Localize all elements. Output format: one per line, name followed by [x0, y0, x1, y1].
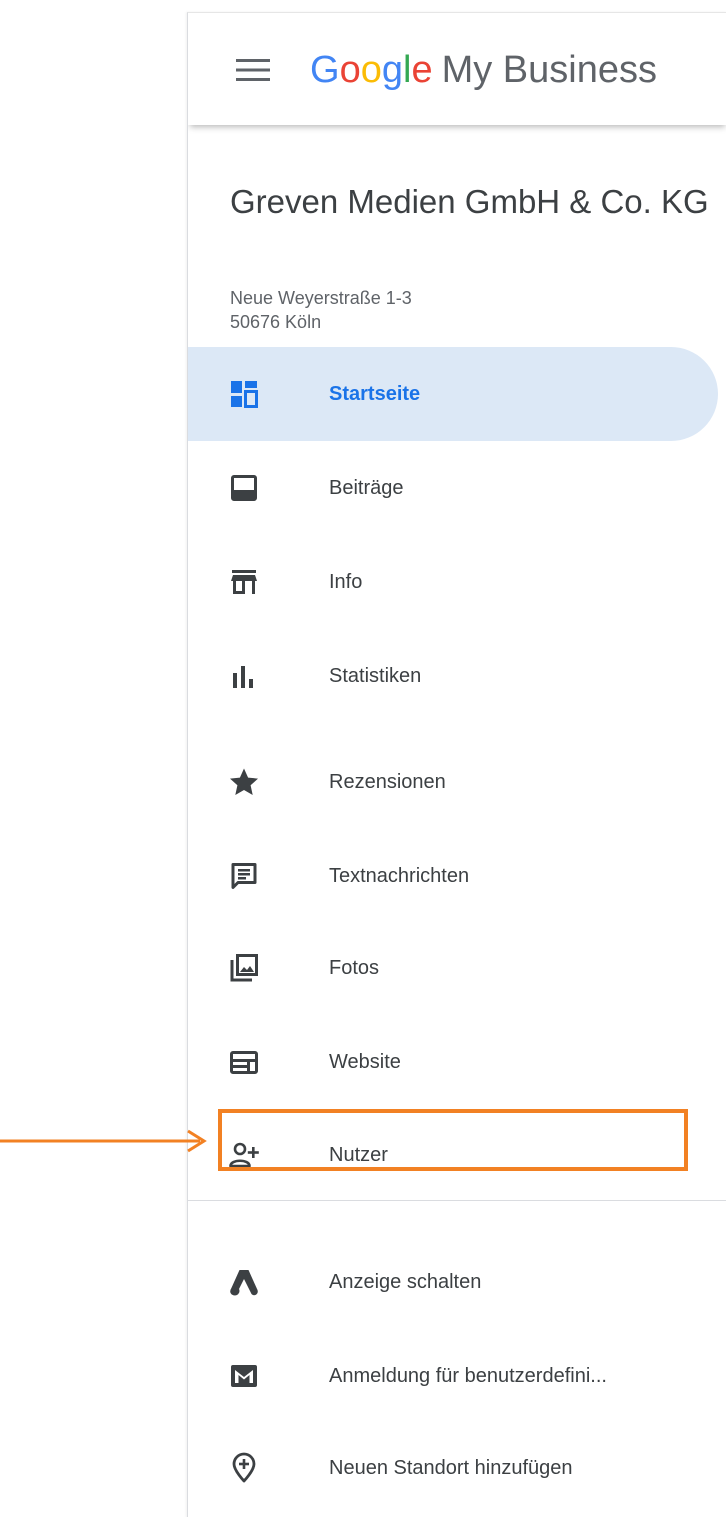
- annotation-arrow-icon: [0, 1129, 207, 1153]
- nav-item-label: Rezensionen: [329, 771, 446, 793]
- nav-item-label: Info: [329, 571, 363, 593]
- nav-item-label: Textnachrichten: [329, 865, 470, 887]
- nav-item-label: Anmeldung für benutzerdefini...: [329, 1365, 607, 1387]
- gmail-icon: [231, 1365, 257, 1387]
- main-menu-button[interactable]: [234, 53, 272, 87]
- storefront-icon: [231, 570, 257, 594]
- bar-chart-icon: [233, 666, 253, 688]
- address-street: Neue Weyerstraße 1-3: [230, 288, 412, 308]
- nav-item-label: Beiträge: [329, 477, 404, 499]
- photo-library-icon: [230, 954, 258, 982]
- nav-item-label: Nutzer: [329, 1144, 388, 1166]
- nav-item-fotos[interactable]: Fotos: [188, 921, 718, 1015]
- app-header: Google My Business: [188, 13, 726, 125]
- logo-product-name: My Business: [441, 49, 657, 91]
- nav-item-label: Neuen Standort hinzufügen: [329, 1457, 573, 1479]
- google-ads-icon: [230, 1270, 258, 1296]
- posts-icon: [231, 475, 257, 501]
- page: Google My Business Greven Medien GmbH & C…: [0, 0, 726, 1517]
- person-add-icon: [229, 1142, 259, 1168]
- logo-letter: o: [339, 49, 361, 91]
- nav-item-anmeldung[interactable]: Anmeldung für benutzerdefini...: [188, 1329, 718, 1423]
- message-icon: [231, 863, 257, 889]
- dashboard-icon: [231, 381, 258, 408]
- logo-letter: G: [310, 49, 340, 91]
- logo-letter: o: [360, 49, 382, 91]
- nav-item-beitraege[interactable]: Beiträge: [188, 441, 718, 535]
- web-icon: [230, 1051, 258, 1074]
- nav-item-anzeige-schalten[interactable]: Anzeige schalten: [188, 1235, 718, 1329]
- star-icon: [230, 768, 258, 795]
- nav-item-neuen-standort[interactable]: Neuen Standort hinzufügen: [188, 1421, 718, 1515]
- nav-item-statistiken[interactable]: Statistiken: [188, 629, 718, 723]
- nav-item-label: Startseite: [329, 383, 421, 405]
- business-address: Neue Weyerstraße 1-3 50676 Köln: [230, 286, 412, 334]
- nav-item-startseite[interactable]: Startseite: [188, 347, 718, 441]
- logo-letter: g: [381, 49, 403, 91]
- address-city: 50676 Köln: [230, 312, 322, 332]
- hamburger-menu-icon: [236, 59, 270, 81]
- nav-item-label: Statistiken: [329, 665, 422, 687]
- nav-item-label: Website: [329, 1051, 401, 1073]
- side-navigation-panel: Google My Business Greven Medien GmbH & C…: [187, 12, 726, 1517]
- add-location-icon: [232, 1452, 256, 1483]
- logo-letter: e: [411, 49, 433, 91]
- nav-item-textnachrichten[interactable]: Textnachrichten: [188, 829, 718, 923]
- nav-item-website[interactable]: Website: [188, 1015, 718, 1109]
- nav-item-label: Fotos: [329, 957, 380, 979]
- google-my-business-logo[interactable]: Google My Business: [310, 43, 657, 97]
- nav-item-nutzer[interactable]: Nutzer: [188, 1108, 718, 1202]
- nav-item-rezensionen[interactable]: Rezensionen: [188, 735, 718, 829]
- nav-divider: [188, 1200, 726, 1201]
- nav-item-label: Anzeige schalten: [329, 1271, 482, 1293]
- nav-item-info[interactable]: Info: [188, 535, 718, 629]
- business-name: Greven Medien GmbH & Co. KG: [230, 183, 709, 220]
